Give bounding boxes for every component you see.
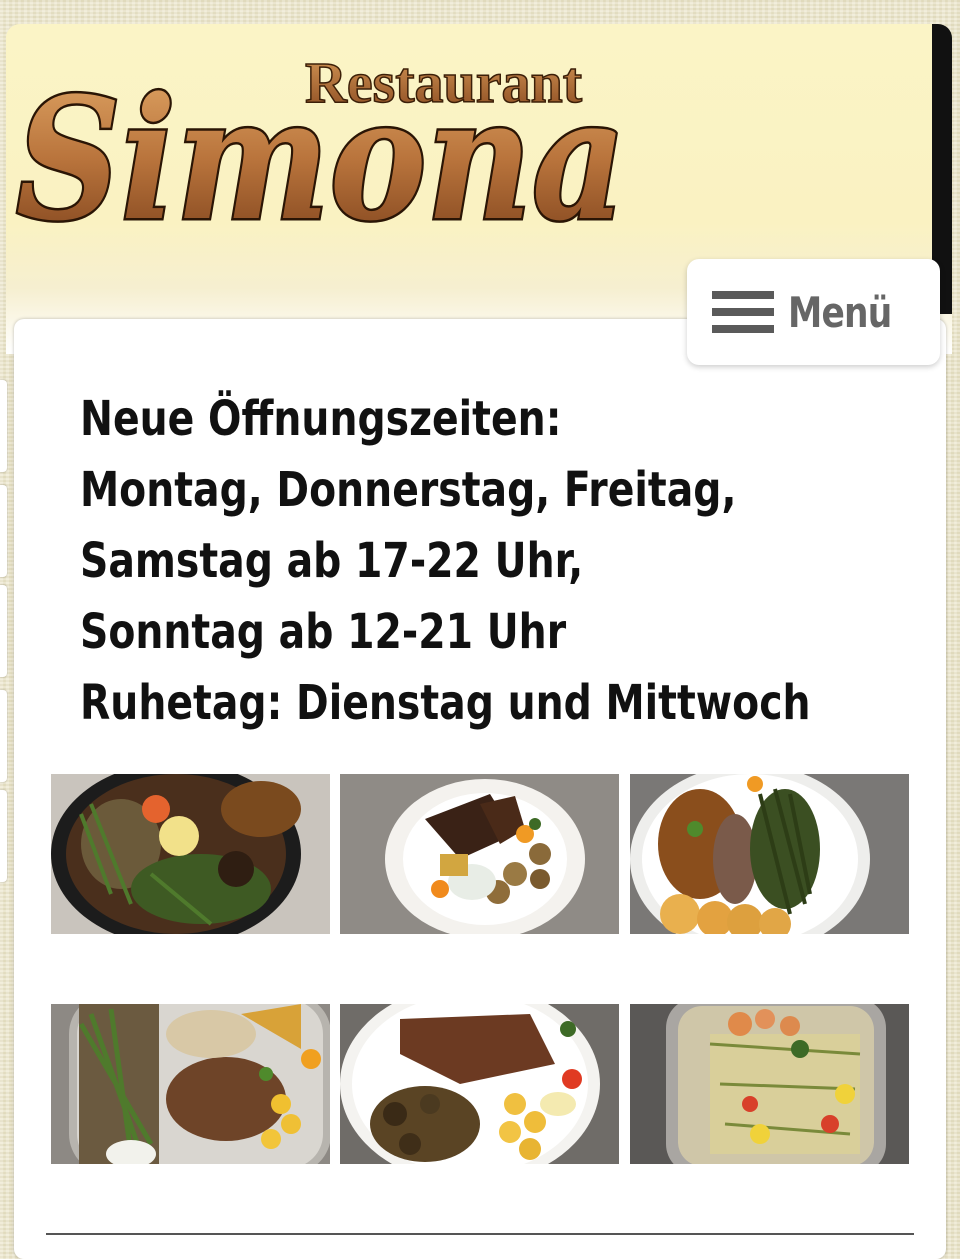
dish-photo[interactable] <box>630 774 909 934</box>
hours-heading: Neue Öffnungszeiten: <box>80 391 562 447</box>
dish-photo[interactable] <box>51 1004 330 1164</box>
side-tab <box>0 485 7 577</box>
logo-simona-text: Simona <box>16 60 626 258</box>
hours-line: Ruhetag: Dienstag und Mittwoch <box>80 675 811 731</box>
hours-line: Samstag ab 17-22 Uhr, <box>80 533 584 589</box>
divider <box>46 1233 914 1235</box>
dish-photo[interactable] <box>340 1004 619 1164</box>
side-tab <box>0 380 7 472</box>
side-tab <box>0 690 7 782</box>
hours-line: Sonntag ab 12-21 Uhr <box>80 604 567 660</box>
side-tab <box>0 790 7 882</box>
menu-label: Menü <box>788 287 892 337</box>
restaurant-logo[interactable]: Restaurant Simona <box>12 30 652 260</box>
dish-photo[interactable] <box>340 774 619 934</box>
dish-photo[interactable] <box>630 1004 909 1164</box>
side-tab <box>0 585 7 677</box>
hours-line: Montag, Donnerstag, Freitag, <box>80 462 737 518</box>
opening-hours: Neue Öffnungszeiten: Montag, Donnerstag,… <box>80 384 940 739</box>
menu-button[interactable]: Menü <box>687 259 940 365</box>
hamburger-icon <box>712 291 775 333</box>
dish-photo[interactable] <box>51 774 330 934</box>
